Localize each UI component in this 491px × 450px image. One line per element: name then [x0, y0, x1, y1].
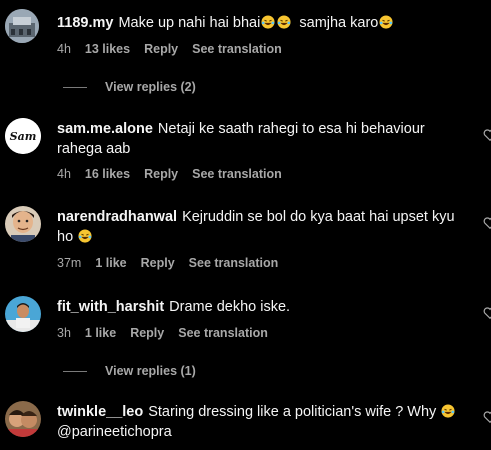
comment-time: 4h — [57, 167, 71, 181]
view-replies-button[interactable]: View replies (1) — [63, 364, 196, 378]
divider — [63, 87, 87, 89]
comment-text: twinkle__leo Staring dressing like a poli… — [57, 402, 465, 442]
reply-button[interactable]: Reply — [141, 256, 175, 270]
divider — [63, 371, 87, 373]
comment-username[interactable]: fit_with_harshit — [57, 299, 164, 315]
mention-link[interactable]: @parineetichopra — [57, 424, 172, 440]
heart-icon[interactable] — [483, 216, 491, 230]
avatar-text: Sam — [10, 130, 37, 143]
likes-count[interactable]: 1 like — [85, 326, 116, 340]
see-translation-button[interactable]: See translation — [192, 167, 282, 181]
comment-username[interactable]: narendradhanwal — [57, 209, 177, 225]
comment-time: 3h — [57, 326, 71, 340]
see-translation-button[interactable]: See translation — [192, 42, 282, 56]
comment-username[interactable]: twinkle__leo — [57, 404, 143, 420]
laughing-emoji-icon — [441, 404, 455, 418]
comment-meta: 4h 16 likes Reply See translation — [57, 167, 296, 181]
laughing-emoji-icon — [78, 229, 92, 243]
view-replies-button[interactable]: View replies (2) — [63, 80, 196, 94]
comment-meta: 37m 1 like Reply See translation — [57, 256, 292, 270]
avatar[interactable]: Sam — [5, 118, 41, 154]
heart-icon[interactable] — [483, 128, 491, 142]
likes-count[interactable]: 13 likes — [85, 42, 130, 56]
reply-button[interactable]: Reply — [144, 167, 178, 181]
reply-button[interactable]: Reply — [130, 326, 164, 340]
heart-icon[interactable] — [483, 306, 491, 320]
comment-time: 37m — [57, 256, 82, 270]
see-translation-button[interactable]: See translation — [189, 256, 279, 270]
avatar[interactable] — [5, 9, 39, 43]
see-translation-button[interactable]: See translation — [178, 326, 268, 340]
laughing-emoji-icon — [379, 15, 393, 29]
comment-text: fit_with_harshit Drame dekho iske. — [57, 299, 291, 315]
likes-count[interactable]: 16 likes — [85, 167, 130, 181]
avatar[interactable] — [5, 401, 41, 437]
laughing-emoji-icon — [277, 15, 291, 29]
comment-username[interactable]: sam.me.alone — [57, 121, 153, 137]
comment-time: 4h — [57, 42, 71, 56]
comment-meta: 4h 13 likes Reply See translation — [57, 42, 296, 56]
likes-count[interactable]: 1 like — [95, 256, 126, 270]
comment-meta: 3h 1 like Reply See translation — [57, 326, 282, 340]
heart-icon[interactable] — [483, 410, 491, 424]
laughing-emoji-icon — [261, 15, 275, 29]
avatar[interactable] — [5, 296, 41, 332]
comment-text: narendradhanwal Kejruddin se bol do kya b… — [57, 209, 455, 245]
reply-button[interactable]: Reply — [144, 42, 178, 56]
comment-text: 1189.my Make up nahi hai bhai samjha karo — [57, 13, 465, 33]
avatar[interactable] — [5, 206, 41, 242]
comment-text: sam.me.alone Netaji ke saath rahegi to es… — [57, 121, 425, 157]
comment-username[interactable]: 1189.my — [57, 15, 113, 31]
